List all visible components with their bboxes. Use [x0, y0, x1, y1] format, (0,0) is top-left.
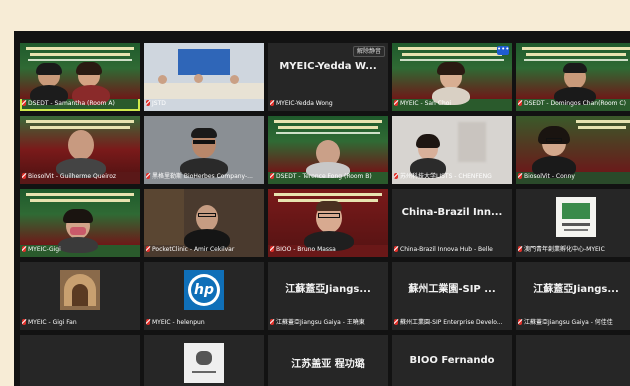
mic-muted-icon: [270, 319, 274, 325]
video-tile[interactable]: ••• MYEIC - San Choi: [392, 43, 512, 111]
mic-muted-icon: [518, 100, 522, 106]
participant-name: MYEIC - San Choi: [394, 99, 510, 109]
mic-muted-icon: [270, 100, 274, 106]
video-tile[interactable]: [20, 335, 140, 386]
participant-name: JSTD: [146, 99, 262, 109]
video-tile[interactable]: BIOO - Bruno Massa: [268, 189, 388, 257]
mic-muted-icon: [394, 319, 398, 325]
participant-video: [196, 205, 218, 231]
participant-name: DSEDT - Domingos Chan(Room C): [518, 99, 630, 109]
video-tile[interactable]: MYEIC-Gigi: [20, 189, 140, 257]
mic-muted-icon: [270, 246, 274, 252]
participant-name: MYEIC - helenpun: [146, 318, 262, 328]
video-tile[interactable]: 解除静音 MYEIC-Yedda W... MYEIC-Yedda Wong: [268, 43, 388, 111]
mic-muted-icon: [22, 100, 26, 106]
video-tile[interactable]: China-Brazil Inn... China-Brazil Innova …: [392, 189, 512, 257]
participant-name: 苏州科技大学LISTS - CHENFENG: [394, 172, 510, 182]
participant-name: MYEIC-Yedda Wong: [270, 99, 386, 109]
mic-muted-icon: [518, 173, 522, 179]
video-tile[interactable]: 黑格里勒斯 BioHerbes Company-...: [144, 116, 264, 184]
mic-muted-icon: [22, 319, 26, 325]
video-tile[interactable]: 澳門青年創業孵化中心-MYEIC: [516, 189, 630, 257]
mic-muted-icon: [394, 246, 398, 252]
participant-name: 江蘇蓋亞Jiangsu Gaiya - 何佳佳: [518, 318, 630, 328]
mic-muted-icon: [146, 319, 150, 325]
participant-name: 黑格里勒斯 BioHerbes Company-...: [146, 172, 262, 182]
video-tile[interactable]: 蘇州工業園-SIP ... 蘇州工業園-SIP Enterprise Devel…: [392, 262, 512, 330]
video-tile[interactable]: DSEDT - Terence Fong (Room B): [268, 116, 388, 184]
video-tile[interactable]: JSTD: [144, 43, 264, 111]
profile-picture: [60, 270, 100, 310]
video-gallery: DSEDT - Samantha (Room A) JSTD 解除静音 MYEI…: [14, 31, 630, 386]
participant-name: BiosolVit - Conny: [518, 172, 630, 182]
mic-muted-icon: [518, 319, 522, 325]
profile-picture: [556, 197, 596, 237]
video-tile[interactable]: [516, 335, 630, 386]
mic-muted-icon: [22, 246, 26, 252]
participant-name: 澳門青年創業孵化中心-MYEIC: [518, 245, 630, 255]
video-tile[interactable]: DSEDT - Samantha (Room A): [20, 43, 140, 111]
video-tile[interactable]: 江蘇蓋亞Jiangs... 江蘇蓋亞Jiangsu Gaiya - 何佳佳: [516, 262, 630, 330]
mic-muted-icon: [518, 246, 522, 252]
participant-display-name: 江苏盖亚 程功璐: [291, 359, 365, 370]
participant-name: 蘇州工業園-SIP Enterprise Develo...: [394, 318, 510, 328]
more-options-button[interactable]: •••: [497, 46, 509, 55]
participant-display-name: BIOO Fernando: [409, 355, 495, 366]
participant-name: 江蘇蓋亞Jiangsu Gaiya - 王曉東: [270, 318, 386, 328]
mic-muted-icon: [394, 100, 398, 106]
mic-muted-icon: [270, 173, 274, 179]
participant-name: China-Brazil Innova Hub - Belle: [394, 245, 510, 255]
mic-muted-icon: [146, 246, 150, 252]
video-tile[interactable]: 苏州科技大学LISTS - CHENFENG: [392, 116, 512, 184]
participant-name: MYEIC-Gigi: [22, 245, 138, 255]
video-tile[interactable]: DSEDT - Domingos Chan(Room C): [516, 43, 630, 111]
participant-display-name: 蘇州工業園-SIP ...: [408, 284, 496, 295]
unmute-button[interactable]: 解除静音: [352, 46, 385, 57]
hp-logo-icon: hp: [184, 270, 224, 310]
presentation-screen: [178, 49, 230, 75]
profile-picture: [184, 343, 224, 383]
video-tile[interactable]: MYEIC - Gigi Fan: [20, 262, 140, 330]
mic-muted-icon: [146, 100, 150, 106]
participant-name: DSEDT - Terence Fong (Room B): [270, 172, 386, 182]
video-tile[interactable]: PocketClinic - Amir Cekilvar: [144, 189, 264, 257]
participant-name: PocketClinic - Amir Cekilvar: [146, 245, 262, 255]
video-tile[interactable]: BiosolVit - Guilherme Queiroz: [20, 116, 140, 184]
video-tile[interactable]: [144, 335, 264, 386]
mic-muted-icon: [22, 173, 26, 179]
participant-display-name: China-Brazil Inn...: [401, 207, 503, 218]
participant-display-name: 江蘇蓋亞Jiangs...: [533, 284, 619, 295]
participant-name: MYEIC - Gigi Fan: [22, 318, 138, 328]
participant-display-name: MYEIC-Yedda W...: [279, 61, 377, 72]
mic-muted-icon: [146, 173, 150, 179]
video-tile[interactable]: BiosolVit - Conny: [516, 116, 630, 184]
participant-video: [68, 130, 94, 160]
participant-name: DSEDT - Samantha (Room A): [22, 99, 138, 109]
video-tile[interactable]: 江苏盖亚 程功璐: [268, 335, 388, 386]
participant-display-name: 江蘇蓋亞Jiangs...: [285, 284, 371, 295]
video-tile[interactable]: BIOO Fernando: [392, 335, 512, 386]
participant-name: BIOO - Bruno Massa: [270, 245, 386, 255]
video-tile[interactable]: 江蘇蓋亞Jiangs... 江蘇蓋亞Jiangsu Gaiya - 王曉東: [268, 262, 388, 330]
video-tile[interactable]: hp MYEIC - helenpun: [144, 262, 264, 330]
mic-muted-icon: [394, 173, 398, 179]
participant-name: BiosolVit - Guilherme Queiroz: [22, 172, 138, 182]
